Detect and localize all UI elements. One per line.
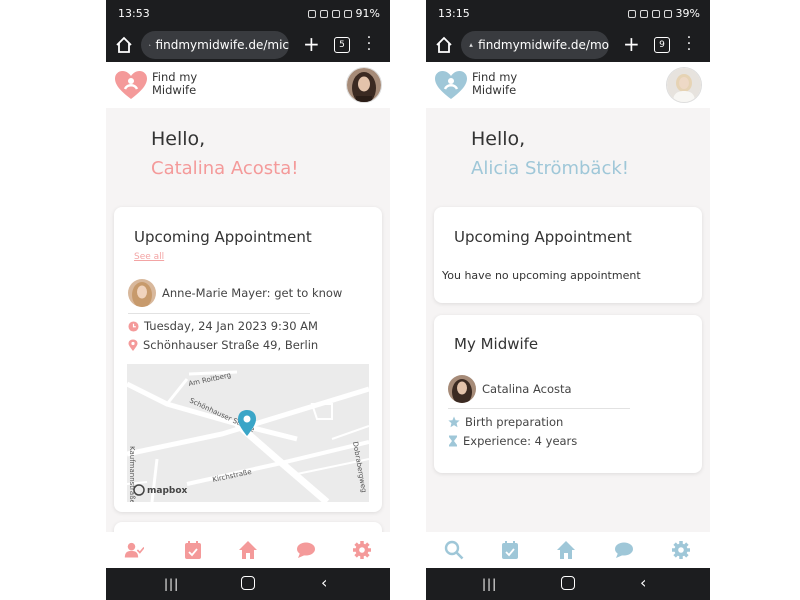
user-avatar[interactable] xyxy=(666,67,702,103)
url-text: findmymidwife.de/mo xyxy=(478,38,609,52)
avatar-photo xyxy=(667,68,701,102)
tab-count-button[interactable]: 5 xyxy=(334,37,350,53)
recent-apps-icon[interactable]: ||| xyxy=(482,577,497,591)
midwife-avatar xyxy=(128,279,156,307)
system-navigation-bar: ||| ‹ xyxy=(426,568,710,600)
warning-icon xyxy=(149,44,151,46)
greeting-hello: Hello, xyxy=(151,128,206,150)
mute-icon xyxy=(319,9,328,18)
menu-dots-icon[interactable]: · · · xyxy=(686,31,692,57)
user-avatar[interactable] xyxy=(346,67,382,103)
see-all-link[interactable]: See all xyxy=(134,252,164,262)
clock-icon xyxy=(128,320,139,332)
divider xyxy=(128,313,310,314)
appointment-address: Schönhauser Straße 49, Berlin xyxy=(143,338,319,352)
recent-apps-icon[interactable]: ||| xyxy=(164,577,179,591)
appointment-person: Anne-Marie Mayer: get to know xyxy=(162,286,343,300)
chat-icon[interactable] xyxy=(296,540,316,560)
greeting-name: Catalina Acosta! xyxy=(151,158,299,179)
service-row: Birth preparation xyxy=(448,415,563,429)
calendar-icon[interactable] xyxy=(500,540,520,560)
home-icon[interactable] xyxy=(238,540,258,560)
status-bar: 13:53 91% xyxy=(106,0,390,28)
battery-level: 39% xyxy=(675,7,700,20)
card-title: My Midwife xyxy=(454,335,539,353)
menu-dots-icon[interactable]: · · · xyxy=(366,31,372,57)
bottom-nav xyxy=(106,532,390,568)
divider xyxy=(448,408,630,409)
wifi-icon xyxy=(331,9,340,18)
home-icon[interactable] xyxy=(556,540,576,560)
phone-screen-left: 13:53 91% findmymidwife.de/mic + 5 ··· xyxy=(106,0,390,600)
appointment-card: Upcoming Appointment You have no upcomin… xyxy=(434,207,702,303)
system-navigation-bar: ||| ‹ xyxy=(106,568,390,600)
status-time: 13:53 xyxy=(118,7,150,20)
search-icon[interactable] xyxy=(444,540,464,560)
greeting-hello: Hello, xyxy=(471,128,526,150)
bottom-nav xyxy=(426,532,710,568)
url-text: findmymidwife.de/mic xyxy=(155,38,289,52)
midwife-service: Birth preparation xyxy=(465,415,564,429)
browser-toolbar: findmymidwife.de/mic + 5 · · · xyxy=(106,28,390,62)
appointment-datetime: Tuesday, 24 Jan 2023 9:30 AM xyxy=(144,319,318,333)
home-button-icon[interactable] xyxy=(241,576,255,590)
midwife-row[interactable]: Catalina Acosta xyxy=(448,375,572,403)
appointment-map[interactable]: Am Roitberg Schönhauser Straße Kirchstra… xyxy=(127,364,369,502)
avatar-photo xyxy=(347,68,381,102)
map-attribution: mapbox xyxy=(147,486,188,496)
appointment-datetime-row: Tuesday, 24 Jan 2023 9:30 AM xyxy=(128,319,318,333)
alarm-icon xyxy=(307,9,316,18)
appointment-person-row[interactable]: Anne-Marie Mayer: get to know xyxy=(128,279,342,307)
star-icon xyxy=(448,416,460,428)
heart-logo-icon[interactable] xyxy=(434,70,468,100)
url-bar[interactable]: findmymidwife.de/mo xyxy=(461,31,609,59)
back-icon[interactable]: ‹ xyxy=(321,573,327,592)
signal-icon xyxy=(343,9,352,18)
app-header: Find my Midwife xyxy=(426,62,710,108)
warning-icon xyxy=(469,43,473,47)
battery-level: 91% xyxy=(355,7,380,20)
calendar-icon[interactable] xyxy=(183,540,203,560)
status-time: 13:15 xyxy=(438,7,470,20)
new-tab-icon[interactable]: + xyxy=(623,33,640,55)
signal-icon xyxy=(663,9,672,18)
new-tab-icon[interactable]: + xyxy=(303,33,320,55)
experience-row: Experience: 4 years xyxy=(448,434,577,448)
midwife-avatar xyxy=(448,375,476,403)
wifi-icon xyxy=(651,9,660,18)
tab-count-button[interactable]: 9 xyxy=(654,37,670,53)
my-midwife-card: My Midwife Catalina Acosta Birth prepara… xyxy=(434,315,702,473)
gear-icon[interactable] xyxy=(352,540,372,560)
hourglass-icon xyxy=(449,435,457,447)
home-icon[interactable] xyxy=(434,35,454,55)
alarm-icon xyxy=(627,9,636,18)
greeting-name: Alicia Strömbäck! xyxy=(471,158,629,179)
appointment-address-row: Schönhauser Straße 49, Berlin xyxy=(128,338,318,352)
map-canvas: Am Roitberg Schönhauser Straße Kirchstra… xyxy=(127,364,369,502)
back-icon[interactable]: ‹ xyxy=(640,573,646,592)
midwife-name: Catalina Acosta xyxy=(482,382,572,396)
chat-icon[interactable] xyxy=(614,540,634,560)
card-title: Upcoming Appointment xyxy=(134,228,312,246)
home-icon[interactable] xyxy=(114,35,134,55)
mute-icon xyxy=(639,9,648,18)
home-button-icon[interactable] xyxy=(561,576,575,590)
browser-toolbar: findmymidwife.de/mo + 9 · · · xyxy=(426,28,710,62)
midwife-experience: Experience: 4 years xyxy=(463,434,578,448)
card-title: Upcoming Appointment xyxy=(454,228,632,246)
profile-check-icon[interactable] xyxy=(124,540,144,560)
appointment-card: Upcoming Appointment See all Anne-Marie … xyxy=(114,207,382,512)
location-pin-icon xyxy=(128,339,138,351)
status-bar: 13:15 39% xyxy=(426,0,710,28)
url-bar[interactable]: findmymidwife.de/mic xyxy=(141,31,289,59)
app-header: Find my Midwife xyxy=(106,62,390,108)
no-appointment-text: You have no upcoming appointment xyxy=(442,269,641,282)
gear-icon[interactable] xyxy=(671,540,691,560)
heart-logo-icon[interactable] xyxy=(114,70,148,100)
logo-text: Find my Midwife xyxy=(152,70,198,97)
phone-screen-right: 13:15 39% findmymidwife.de/mo + 9 ··· xyxy=(426,0,710,600)
logo-text: Find my Midwife xyxy=(472,70,518,97)
